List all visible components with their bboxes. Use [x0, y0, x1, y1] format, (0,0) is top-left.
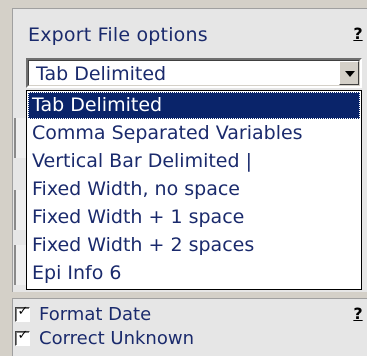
correct-unknown-checkbox[interactable]: ✓ — [15, 328, 30, 346]
format-date-label[interactable]: Format Date — [39, 304, 151, 325]
dropdown-option[interactable]: Fixed Width + 2 spaces — [28, 232, 360, 259]
dropdown-option[interactable]: Fixed Width, no space — [28, 176, 360, 203]
export-file-options-title: Export File options — [28, 24, 208, 46]
correct-unknown-label[interactable]: Correct Unknown — [39, 328, 194, 349]
export-dialog-fragment: Export File options ? Tab Delimited Tab … — [0, 0, 367, 356]
dropdown-option[interactable]: Epi Info 6 — [28, 260, 360, 287]
dropdown-option[interactable]: Tab Delimited — [28, 92, 360, 119]
dropdown-option[interactable]: Comma Separated Variables — [28, 120, 360, 147]
export-format-dropdown-list[interactable]: Tab Delimited Comma Separated Variables … — [26, 90, 362, 290]
export-format-select[interactable]: Tab Delimited — [26, 58, 362, 88]
help-icon[interactable]: ? — [350, 305, 366, 323]
dropdown-option[interactable]: Vertical Bar Delimited | — [28, 148, 360, 175]
help-icon[interactable]: ? — [350, 25, 366, 43]
dropdown-option[interactable]: Fixed Width + 1 space — [28, 204, 360, 231]
chevron-down-icon[interactable] — [339, 61, 359, 85]
export-format-selected-value: Tab Delimited — [36, 63, 167, 85]
format-date-checkbox[interactable]: ✓ — [15, 304, 30, 322]
checkmark-icon: ✓ — [17, 328, 29, 343]
checkmark-icon: ✓ — [17, 304, 29, 319]
